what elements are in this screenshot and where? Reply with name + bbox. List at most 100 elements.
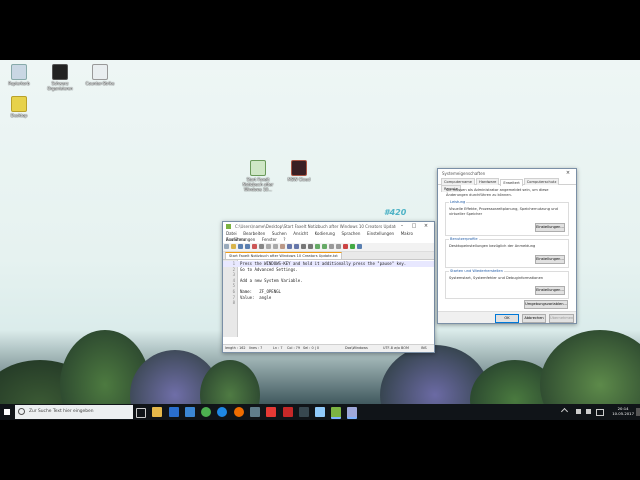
store-icon[interactable] bbox=[169, 407, 179, 417]
profiles-settings-button[interactable]: Einstellungen... bbox=[535, 255, 565, 264]
environment-variables-button[interactable]: Umgebungsvariablen... bbox=[524, 300, 568, 309]
macro-save-icon[interactable] bbox=[357, 244, 362, 249]
dialog-footer: OK Abbrechen Übernehmen bbox=[438, 311, 576, 323]
notepad-file-icon[interactable]: Start Faxelt Notizbuch after Windows 10.… bbox=[241, 160, 275, 192]
undo-icon[interactable] bbox=[287, 244, 292, 249]
notepad-taskbar-icon[interactable] bbox=[331, 407, 341, 419]
zoom-out-icon[interactable] bbox=[322, 244, 327, 249]
macro-play-icon[interactable] bbox=[350, 244, 355, 249]
app-icon-2[interactable] bbox=[266, 407, 276, 417]
find-icon[interactable] bbox=[301, 244, 306, 249]
save-icon[interactable] bbox=[238, 244, 243, 249]
ok-button[interactable]: OK bbox=[495, 314, 519, 323]
paste-icon[interactable] bbox=[280, 244, 285, 249]
dialog-tabs: Computername Hardware Erweitert Computersch… bbox=[438, 178, 576, 192]
menu-ansicht[interactable]: Ansicht bbox=[293, 231, 308, 237]
keyboard-icon[interactable] bbox=[596, 409, 604, 416]
profiles-group: Benutzerprofile Desktopeinstellungen bez… bbox=[445, 237, 569, 268]
dialog-title: Systemeigenschaften bbox=[442, 171, 486, 176]
admin-note: Sie müssen als Administrator angemeldet … bbox=[446, 188, 549, 197]
startup-text: Systemstart, Systemfehler und Debuginfor… bbox=[449, 276, 544, 280]
chrome-icon[interactable] bbox=[201, 407, 211, 417]
status-encoding: UTF-8 w/o BOM bbox=[383, 346, 409, 350]
copy-icon[interactable] bbox=[273, 244, 278, 249]
notification-icon[interactable] bbox=[636, 408, 640, 416]
app-icon-1[interactable] bbox=[250, 407, 260, 417]
print-icon[interactable] bbox=[259, 244, 264, 249]
startup-settings-button[interactable]: Einstellungen... bbox=[535, 286, 565, 295]
macro-record-icon[interactable] bbox=[343, 244, 348, 249]
menu-kodierung[interactable]: Kodierung bbox=[315, 231, 335, 237]
system-properties-dialog[interactable]: Systemeigenschaften × Computername Hardwa… bbox=[437, 168, 577, 324]
app-icon-3[interactable] bbox=[283, 407, 293, 417]
performance-text: Visuelle Effekte, Prozessorzeitplanung, … bbox=[449, 207, 558, 216]
file-tab[interactable]: Start Faxelt Notizbuch after Windows 10 … bbox=[225, 252, 342, 259]
indent-icon[interactable] bbox=[336, 244, 341, 249]
editor-area[interactable]: 1 Press the WINDOWS-KEY and hold it addit… bbox=[223, 260, 434, 337]
explorer-icon[interactable] bbox=[152, 407, 162, 417]
status-lines: lines : 7 bbox=[249, 346, 263, 350]
clock[interactable]: 20:14 10.05.2017 bbox=[612, 406, 634, 416]
code-line: 8 bbox=[223, 300, 434, 306]
status-eol: Dos\Windows bbox=[345, 346, 368, 350]
tab-computerschutz[interactable]: Computerschutz bbox=[523, 178, 560, 185]
cut-icon[interactable] bbox=[266, 244, 271, 249]
code-lines: 1 Press the WINDOWS-KEY and hold it addit… bbox=[223, 261, 434, 306]
recycle-bin-icon[interactable]: Papierkorb bbox=[2, 64, 36, 86]
save-all-icon[interactable] bbox=[245, 244, 250, 249]
wrap-icon[interactable] bbox=[329, 244, 334, 249]
desktop-icon-label: MSW Cloud bbox=[287, 177, 311, 182]
menu-einstellungen[interactable]: Einstellungen bbox=[367, 231, 394, 237]
close-button[interactable]: × bbox=[420, 222, 432, 231]
start-button[interactable] bbox=[0, 404, 14, 420]
status-mode: INS bbox=[421, 346, 427, 350]
line-number: 8 bbox=[232, 300, 235, 306]
zoom-in-icon[interactable] bbox=[315, 244, 320, 249]
status-length: length : 162 bbox=[225, 346, 246, 350]
redo-icon[interactable] bbox=[294, 244, 299, 249]
wallpaper-watermark: #420 bbox=[384, 208, 407, 217]
edge-icon[interactable] bbox=[217, 407, 227, 417]
new-file-icon[interactable] bbox=[224, 244, 229, 249]
firefox-icon[interactable] bbox=[234, 407, 244, 417]
app-icon-4[interactable] bbox=[299, 407, 309, 417]
volume-icon[interactable] bbox=[586, 409, 591, 414]
desktop-icon-label: Papierkorb bbox=[8, 81, 30, 86]
profiles-text: Desktopeinstellungen bezüglich der Anmel… bbox=[449, 244, 536, 248]
apply-button[interactable]: Übernehmen bbox=[549, 314, 574, 323]
cancel-button[interactable]: Abbrechen bbox=[522, 314, 546, 323]
open-file-icon[interactable] bbox=[231, 244, 236, 249]
system-tray bbox=[560, 407, 612, 416]
sysprops-taskbar-icon[interactable] bbox=[347, 407, 357, 419]
notepad-titlebar[interactable]: C:\Users\name\Desktop\Start Faxelt Notiz… bbox=[223, 222, 434, 231]
desktop-folder-icon[interactable]: Desktop bbox=[2, 96, 36, 118]
minimize-button[interactable]: – bbox=[396, 222, 408, 231]
menu-makro[interactable]: Makro bbox=[401, 231, 413, 237]
app-icon-5[interactable] bbox=[315, 407, 325, 417]
maximize-button[interactable]: □ bbox=[408, 222, 420, 231]
tab-computername[interactable]: Computername bbox=[441, 178, 475, 185]
performance-settings-button[interactable]: Einstellungen... bbox=[535, 223, 565, 232]
notepad-app-icon bbox=[226, 224, 231, 229]
task-view-icon[interactable] bbox=[136, 408, 146, 418]
replace-icon[interactable] bbox=[308, 244, 313, 249]
search-icon bbox=[18, 408, 25, 415]
counter-strike-icon[interactable]: Counter-Strike bbox=[83, 64, 117, 86]
performance-group: Leistung Visuelle Effekte, Prozessorzeit… bbox=[445, 200, 569, 236]
notepad-window[interactable]: C:\Users\name\Desktop\Start Faxelt Notiz… bbox=[222, 221, 435, 353]
dialog-titlebar[interactable]: Systemeigenschaften × bbox=[438, 169, 576, 178]
tab-erweitert[interactable]: Erweitert bbox=[500, 179, 523, 186]
network-icon[interactable] bbox=[576, 409, 581, 414]
tab-hardware[interactable]: Hardware bbox=[476, 178, 500, 185]
mail-icon[interactable] bbox=[185, 407, 195, 417]
desktop-icon-label: Counter-Strike bbox=[85, 81, 115, 86]
windows-logo-icon bbox=[4, 409, 10, 415]
msw-cloud-icon[interactable]: MSW Cloud bbox=[282, 160, 316, 182]
close-file-icon[interactable] bbox=[252, 244, 257, 249]
dialog-close-button[interactable]: × bbox=[562, 169, 574, 178]
menu-sprachen[interactable]: Sprachen bbox=[341, 231, 360, 237]
organizer-app-icon[interactable]: Schwarz Organisieren bbox=[43, 64, 77, 91]
tray-up-icon[interactable] bbox=[560, 407, 569, 416]
clock-date: 10.05.2017 bbox=[612, 411, 634, 416]
taskbar-search-box[interactable]: Zur Suche Text hier eingeben bbox=[15, 405, 133, 419]
